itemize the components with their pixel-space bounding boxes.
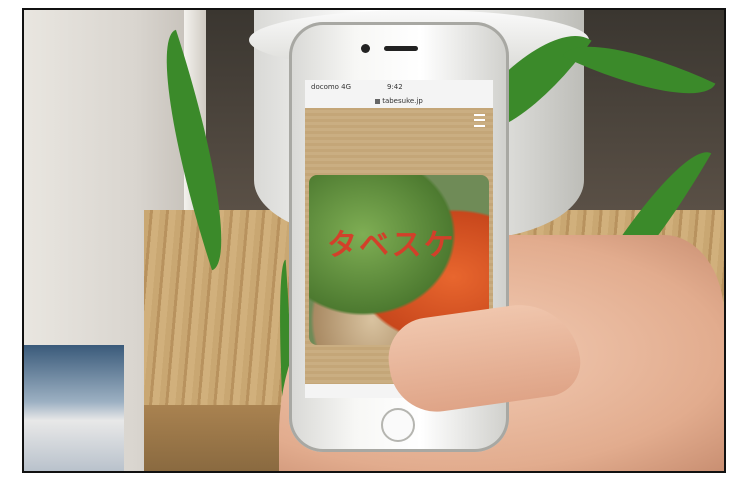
lock-icon	[375, 98, 381, 104]
photo-frame: docomo 4G 9:42 tabesuke.jp タベスケ	[22, 8, 726, 473]
url-text: tabesuke.jp	[382, 97, 423, 105]
status-bar: docomo 4G 9:42	[305, 80, 493, 94]
clock-label: 9:42	[387, 83, 403, 91]
carrier-label: docomo 4G	[311, 83, 352, 91]
earpiece-speaker	[384, 46, 418, 51]
home-button[interactable]	[381, 408, 415, 442]
front-camera	[361, 44, 370, 53]
hamburger-menu-icon[interactable]	[474, 114, 485, 127]
magazine-stack	[24, 345, 124, 471]
browser-url-bar[interactable]: tabesuke.jp	[305, 94, 493, 108]
site-logo: タベスケ	[327, 228, 456, 263]
